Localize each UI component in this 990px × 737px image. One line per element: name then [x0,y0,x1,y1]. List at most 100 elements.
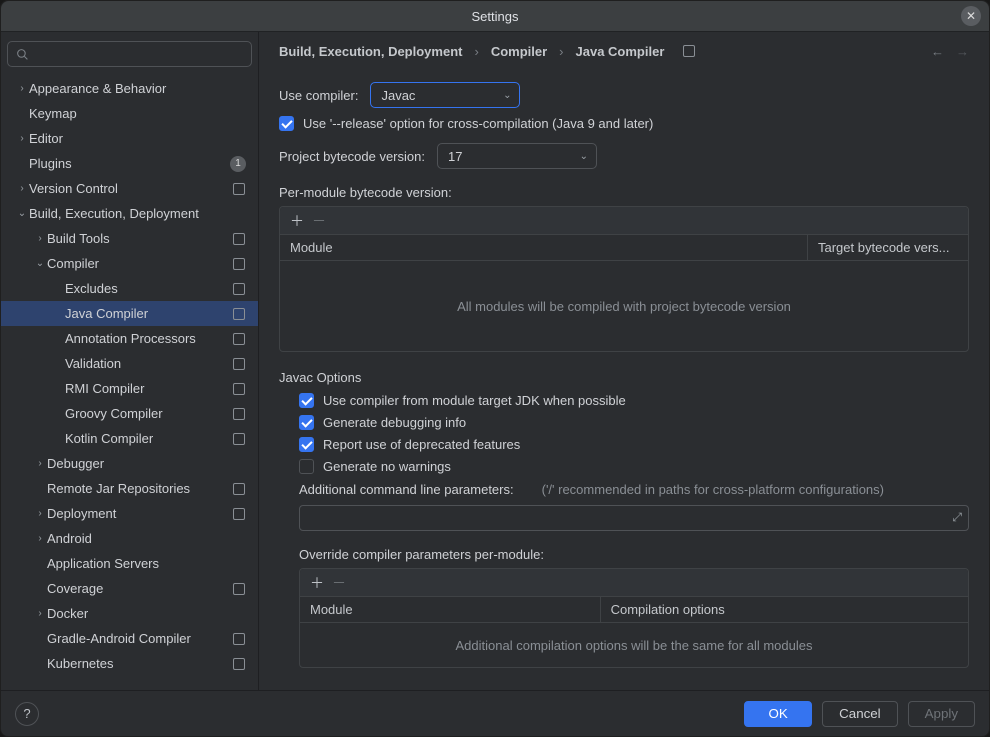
chevron-right-icon[interactable]: › [33,533,47,544]
module-jdk-checkbox[interactable]: Use compiler from module target JDK when… [299,393,969,408]
table-header: Module Compilation options [300,597,968,623]
tree-item[interactable]: Gradle-Android Compiler [1,626,258,651]
use-compiler-select[interactable]: Javac ⌄ [370,82,520,108]
javac-options-title: Javac Options [279,370,969,385]
tree-item[interactable]: ›Editor [1,126,258,151]
breadcrumb-item[interactable]: Build, Execution, Deployment [279,44,462,59]
tree-item[interactable]: ›Appearance & Behavior [1,76,258,101]
chevron-down-icon[interactable]: ⌄ [33,258,47,269]
chevron-right-icon[interactable]: › [33,508,47,519]
ok-button[interactable]: OK [744,701,812,727]
tree-item[interactable]: ⌄Compiler [1,251,258,276]
add-button[interactable]: ＋ [290,211,304,231]
tree-item[interactable]: Kotlin Compiler [1,426,258,451]
project-scope-icon [232,382,246,396]
project-bytecode-label: Project bytecode version: [279,149,425,164]
column-compilation-options[interactable]: Compilation options [601,597,968,622]
debug-info-checkbox[interactable]: Generate debugging info [299,415,969,430]
add-button[interactable]: ＋ [310,573,324,593]
nav-back-button[interactable]: ← [931,44,944,59]
search-input[interactable] [7,41,252,67]
no-warnings-checkbox[interactable]: Generate no warnings [299,459,969,474]
tree-item-label: Kubernetes [47,656,226,671]
addl-params-input[interactable]: ⤢ [299,505,969,531]
tree-item-label: Compiler [47,256,226,271]
tree-item-label: Debugger [47,456,246,471]
checkbox-label: Report use of deprecated features [323,437,520,452]
tree-item[interactable]: ›Docker [1,601,258,626]
tree-item-label: Build Tools [47,231,226,246]
chevron-right-icon[interactable]: › [33,608,47,619]
apply-button[interactable]: Apply [908,701,975,727]
help-button[interactable]: ? [15,702,39,726]
remove-button[interactable]: － [332,573,346,593]
tree-item[interactable]: Plugins1 [1,151,258,176]
checkbox-icon [299,415,314,430]
cancel-button[interactable]: Cancel [822,701,898,727]
project-scope-icon [232,332,246,346]
close-icon: ✕ [966,9,976,23]
nav-forward-button[interactable]: → [956,44,969,59]
project-scope-icon [232,357,246,371]
tree-item[interactable]: RMI Compiler [1,376,258,401]
content: Use compiler: Javac ⌄ Use '--release' op… [259,70,989,690]
tree-item-label: Remote Jar Repositories [47,481,226,496]
tree-item[interactable]: ›Version Control [1,176,258,201]
column-module[interactable]: Module [280,235,808,260]
breadcrumb-item[interactable]: Compiler [491,44,547,59]
expand-icon[interactable]: ⤢ [952,510,962,525]
column-module[interactable]: Module [300,597,601,622]
tree-item[interactable]: Kubernetes [1,651,258,676]
override-table: ＋ － Module Compilation options Additiona… [299,568,969,668]
project-scope-icon [232,482,246,496]
chevron-right-icon[interactable]: › [33,233,47,244]
tree-item[interactable]: Application Servers [1,551,258,576]
breadcrumb: Build, Execution, Deployment › Compiler … [259,32,989,70]
chevron-down-icon: ⌄ [580,151,588,162]
tree-item-label: Java Compiler [65,306,226,321]
search-icon [16,48,29,61]
remove-button[interactable]: － [312,211,326,231]
project-bytecode-select[interactable]: 17 ⌄ [437,143,597,169]
tree-item-label: Annotation Processors [65,331,226,346]
tree-item[interactable]: Keymap [1,101,258,126]
checkbox-label: Generate no warnings [323,459,451,474]
per-module-label: Per-module bytecode version: [279,185,969,200]
chevron-right-icon[interactable]: › [15,83,29,94]
tree-item-label: Build, Execution, Deployment [29,206,246,221]
checkbox-label: Generate debugging info [323,415,466,430]
override-label: Override compiler parameters per-module: [299,547,969,562]
checkbox-icon [299,393,314,408]
search-field[interactable] [35,46,243,63]
chevron-right-icon: › [559,44,563,59]
tree-item[interactable]: Validation [1,351,258,376]
release-option-checkbox[interactable]: Use '--release' option for cross-compila… [279,116,969,131]
settings-tree[interactable]: ›Appearance & BehaviorKeymap›EditorPlugi… [1,76,258,690]
project-scope-icon [682,44,696,58]
tree-item[interactable]: ›Deployment [1,501,258,526]
tree-item[interactable]: ⌄Build, Execution, Deployment [1,201,258,226]
tree-item[interactable]: ›Debugger [1,451,258,476]
tree-item[interactable]: Java Compiler [1,301,258,326]
tree-item[interactable]: Coverage [1,576,258,601]
chevron-down-icon[interactable]: ⌄ [15,208,29,219]
tree-item[interactable]: ›Android [1,526,258,551]
chevron-right-icon[interactable]: › [15,183,29,194]
chevron-right-icon[interactable]: › [15,133,29,144]
tree-item[interactable]: ›Build Tools [1,226,258,251]
deprecated-checkbox[interactable]: Report use of deprecated features [299,437,969,452]
settings-window: Settings ✕ ›Appearance & BehaviorKeymap›… [0,0,990,737]
use-compiler-label: Use compiler: [279,88,358,103]
tree-item-label: Validation [65,356,226,371]
tree-item[interactable]: Excludes [1,276,258,301]
table-empty: Additional compilation options will be t… [300,623,968,667]
tree-item-label: Gradle-Android Compiler [47,631,226,646]
column-target-bytecode[interactable]: Target bytecode vers... [808,235,968,260]
project-scope-icon [232,582,246,596]
chevron-right-icon[interactable]: › [33,458,47,469]
project-scope-icon [232,407,246,421]
tree-item[interactable]: Remote Jar Repositories [1,476,258,501]
tree-item[interactable]: Groovy Compiler [1,401,258,426]
tree-item[interactable]: Annotation Processors [1,326,258,351]
close-button[interactable]: ✕ [961,6,981,26]
